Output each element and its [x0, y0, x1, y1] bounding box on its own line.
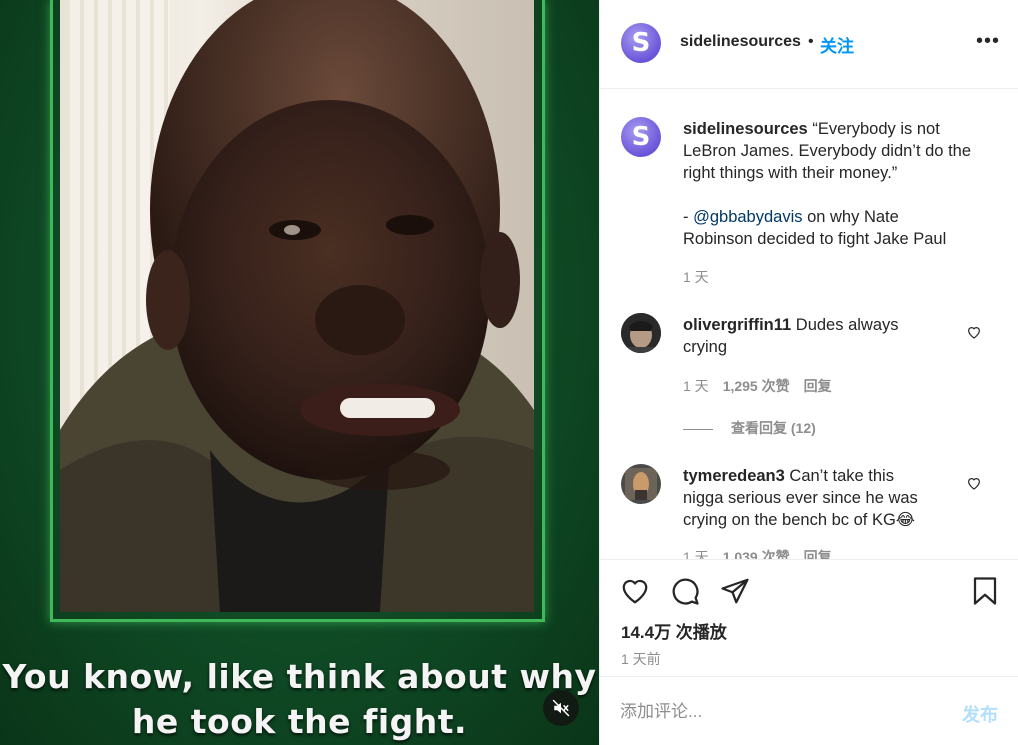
heart-icon[interactable]: [620, 576, 650, 606]
comment-input[interactable]: [620, 699, 940, 725]
comment-timestamp[interactable]: 1 天: [683, 378, 709, 394]
comment-likes[interactable]: 1,039 次赞: [723, 549, 790, 559]
view-count[interactable]: 14.4万 次播放: [621, 618, 727, 643]
video-player[interactable]: You know, like think about why he took t…: [0, 0, 599, 745]
view-replies-label: 查看回复 (12): [731, 420, 816, 436]
caption-line-3: right things with their money.”: [683, 164, 898, 182]
speaker-muted-icon: [552, 699, 570, 717]
caption-line-1: sidelinesources “Everybody is not: [683, 118, 940, 140]
instagram-post-modal: You know, like think about why he took t…: [0, 0, 1018, 745]
caption-dash: -: [683, 208, 694, 226]
comments-list[interactable]: S sidelinesources “Everybody is not LeBr…: [600, 89, 1018, 559]
comment-icon[interactable]: [670, 576, 700, 606]
caption-text-1: “Everybody is not: [812, 120, 940, 138]
comment-line-2: nigga serious ever since he was: [683, 489, 918, 507]
comment-text-1: Dudes always: [791, 316, 899, 334]
comment-meta: 1 天 1,295 次赞 回复: [683, 376, 832, 396]
comment-username[interactable]: tymeredean3: [683, 467, 785, 485]
comment-likes[interactable]: 1,295 次赞: [723, 378, 790, 394]
avatar-photo: [621, 313, 661, 353]
comment-line-1: tymeredean3 Can’t take this: [683, 465, 894, 487]
caption-timestamp[interactable]: 1 天: [683, 267, 709, 287]
more-options-icon[interactable]: •••: [976, 30, 1000, 53]
caption-author-avatar[interactable]: S: [621, 117, 661, 157]
like-comment-heart-icon[interactable]: [966, 324, 982, 340]
author-avatar[interactable]: S: [621, 23, 661, 63]
video-frame-image: [60, 0, 534, 612]
comment-reply-button[interactable]: 回复: [804, 378, 832, 394]
author-username[interactable]: sidelinesources: [680, 33, 801, 51]
follow-button[interactable]: 关注: [820, 32, 854, 57]
comment-text-1: Can’t take this: [784, 467, 894, 485]
bookmark-icon[interactable]: [970, 576, 1000, 606]
caption-line-2: LeBron James. Everybody didn’t do the: [683, 142, 972, 160]
commenter-avatar[interactable]: [621, 313, 661, 353]
post-timestamp[interactable]: 1 天前: [621, 649, 661, 669]
comment-reply-button[interactable]: 回复: [804, 549, 832, 559]
video-caption-line-1: You know, like think about why: [2, 657, 597, 696]
post-comment-button[interactable]: 发布: [962, 701, 998, 727]
paper-plane-icon[interactable]: [720, 576, 750, 606]
mute-button[interactable]: [543, 690, 579, 726]
commenter-avatar[interactable]: [621, 464, 661, 504]
comment-username[interactable]: olivergriffin11: [683, 316, 791, 334]
comment-timestamp[interactable]: 1 天: [683, 549, 709, 559]
caption-mention-link[interactable]: @gbbabydavis: [693, 208, 802, 226]
add-comment-bar: 发布: [600, 676, 1018, 745]
caption-text-4: on why Nate: [802, 208, 899, 226]
caption-line-5: Robinson decided to fight Jake Paul: [683, 230, 947, 248]
person-image: [60, 0, 534, 612]
like-comment-heart-icon[interactable]: [966, 475, 982, 491]
comment-line-2: crying: [683, 338, 728, 356]
view-replies-line: [683, 428, 713, 430]
video-caption-line-2: he took the fight.: [131, 702, 468, 741]
separator-dot: •: [808, 33, 814, 50]
comment-meta: 1 天 1,039 次赞 回复: [683, 547, 832, 559]
post-actions: 14.4万 次播放 1 天前: [600, 559, 1018, 676]
post-header: S sidelinesources • 关注 •••: [600, 0, 1018, 89]
post-sidebar: S sidelinesources • 关注 ••• S sidelinesou…: [599, 0, 1018, 745]
comment-line-1: olivergriffin11 Dudes always: [683, 314, 899, 336]
caption-line-4: - @gbbabydavis on why Nate: [683, 206, 899, 228]
caption-username[interactable]: sidelinesources: [683, 120, 808, 138]
view-replies-button[interactable]: 查看回复 (12): [683, 418, 816, 438]
avatar-photo: [621, 464, 661, 504]
comment-line-3: crying on the bench bc of KG😂: [683, 511, 916, 529]
